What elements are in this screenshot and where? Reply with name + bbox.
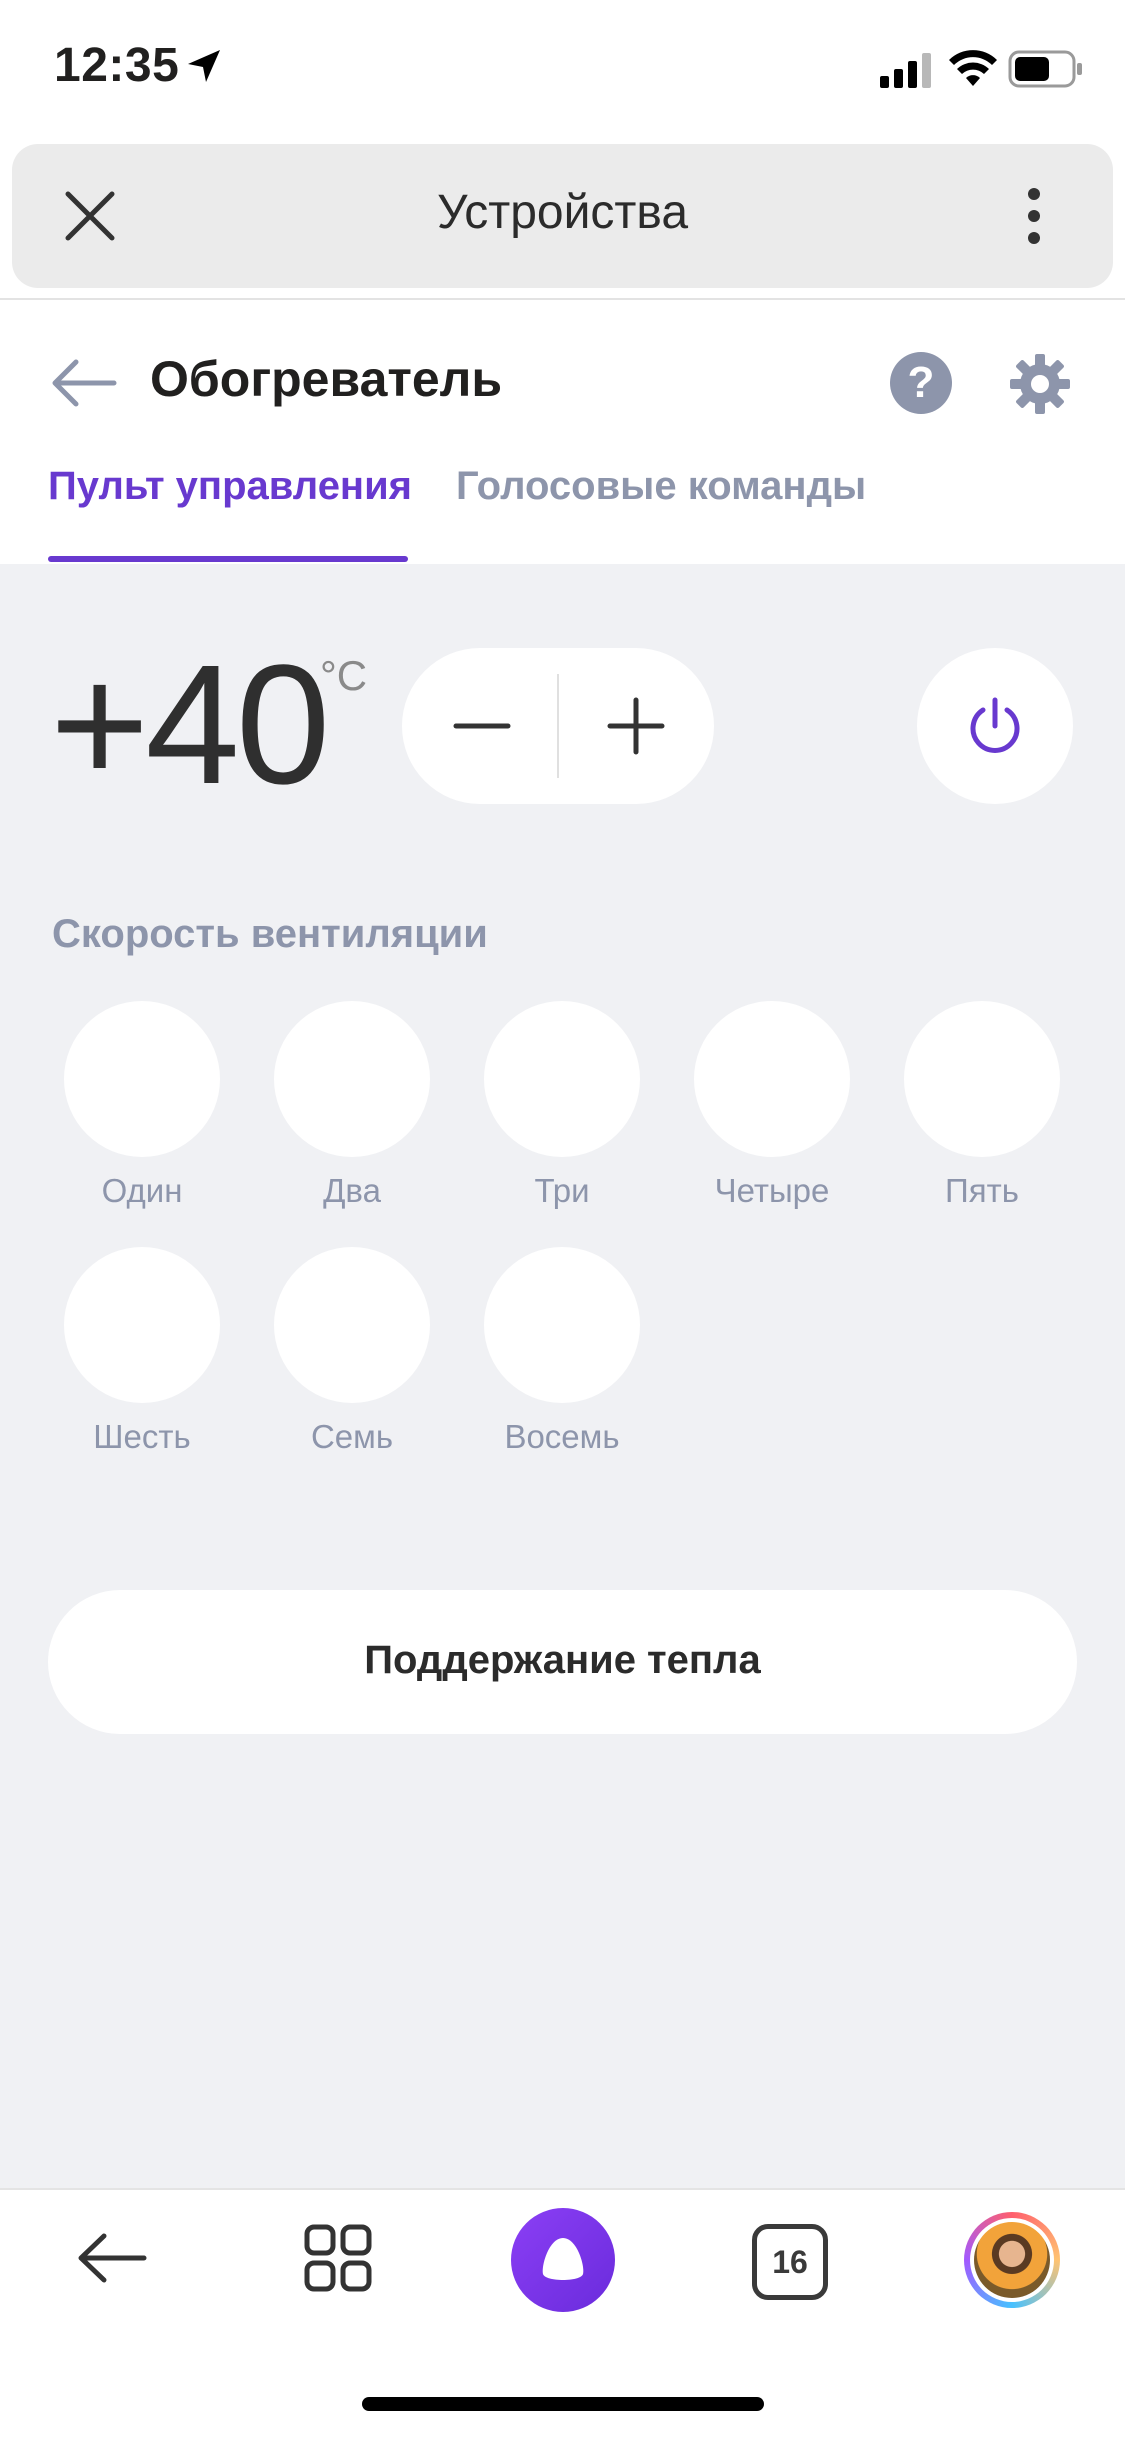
speed-option-4[interactable] — [694, 1001, 850, 1157]
speed-option-label: Шесть — [93, 1418, 191, 1455]
temperature-value: +40 — [50, 630, 330, 820]
speed-option-8[interactable] — [484, 1247, 640, 1403]
avatar-photo — [974, 2222, 1050, 2298]
speed-option-label: Пять — [945, 1172, 1019, 1209]
fan-speed-label: Скорость вентиляции — [52, 912, 488, 956]
minus-icon[interactable] — [452, 696, 512, 756]
services-grid-icon[interactable] — [304, 2224, 372, 2292]
heat-maintenance-button[interactable]: Поддержание тепла — [48, 1590, 1077, 1734]
speed-option-label: Два — [323, 1172, 381, 1209]
alice-logo-icon — [542, 2238, 584, 2280]
speed-option-label: Один — [101, 1172, 183, 1209]
battery-icon — [1008, 50, 1082, 88]
speed-option-3[interactable] — [484, 1001, 640, 1157]
plus-icon[interactable] — [606, 696, 666, 756]
status-time: 12:35 — [54, 39, 180, 92]
location-arrow-icon — [188, 50, 220, 82]
speed-option-label: Восемь — [504, 1418, 620, 1455]
tab-remote-control[interactable]: Пульт управления — [48, 464, 412, 509]
heat-maintenance-label: Поддержание тепла — [364, 1638, 761, 1682]
temperature-stepper — [402, 648, 714, 804]
device-header — [0, 300, 1125, 564]
speed-option-label: Семь — [310, 1418, 394, 1455]
top-bar-title: Устройства — [436, 186, 689, 239]
temperature-unit: °C — [320, 652, 368, 699]
cellular-signal-icon — [880, 53, 931, 88]
speed-option-label: Четыре — [714, 1172, 830, 1209]
power-icon — [970, 697, 1020, 753]
help-icon[interactable]: ? — [890, 352, 952, 414]
power-button[interactable] — [917, 648, 1073, 804]
tabs-counter-icon[interactable]: 16 — [752, 2224, 828, 2300]
active-tab-indicator — [48, 556, 408, 562]
home-indicator — [362, 2397, 764, 2411]
profile-avatar[interactable] — [964, 2212, 1060, 2308]
speed-option-7[interactable] — [274, 1247, 430, 1403]
gear-icon[interactable] — [1008, 352, 1072, 416]
tab-voice-commands[interactable]: Голосовые команды — [456, 464, 866, 509]
alice-assistant-icon[interactable] — [511, 2208, 615, 2312]
wifi-icon — [949, 50, 997, 86]
speed-option-5[interactable] — [904, 1001, 1060, 1157]
back-arrow-icon[interactable] — [76, 2230, 148, 2286]
speed-option-6[interactable] — [64, 1247, 220, 1403]
device-title: Обогреватель — [150, 351, 503, 407]
stepper-divider — [557, 674, 559, 778]
arrow-left-icon[interactable] — [50, 358, 118, 408]
speed-option-1[interactable] — [64, 1001, 220, 1157]
speed-option-2[interactable] — [274, 1001, 430, 1157]
speed-option-label: Три — [534, 1172, 590, 1209]
more-vertical-icon[interactable] — [1022, 186, 1046, 246]
